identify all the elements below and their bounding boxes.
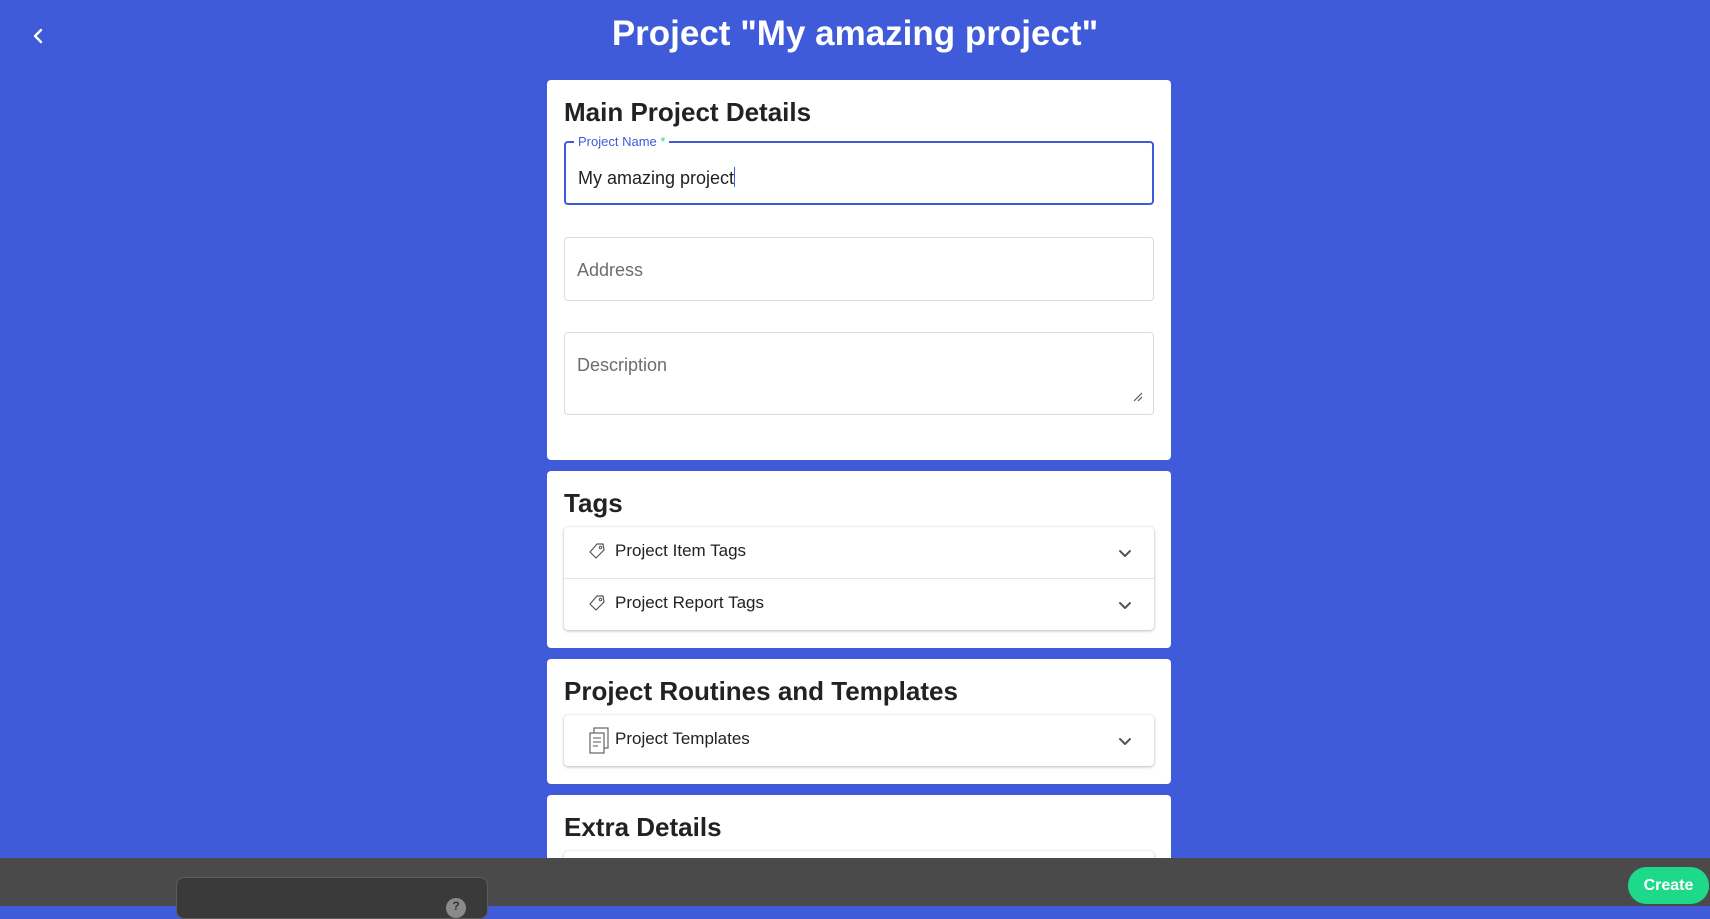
project-name-input[interactable]: My amazing project — [578, 167, 736, 189]
accordion-project-templates[interactable]: Project Templates — [564, 715, 1154, 766]
routines-heading: Project Routines and Templates — [564, 676, 958, 706]
accordion-project-report-tags[interactable]: Project Report Tags — [564, 579, 1154, 630]
tags-accordion: Project Item Tags Project Report Tags — [564, 527, 1154, 630]
accordion-label: Project Report Tags — [615, 593, 764, 612]
routines-card: Project Routines and Templates Project T… — [547, 659, 1171, 784]
text-caret — [734, 167, 736, 187]
tag-icon — [589, 595, 605, 611]
chevron-down-icon[interactable] — [1118, 737, 1132, 746]
description-placeholder: Description — [577, 355, 668, 375]
floating-panel[interactable] — [176, 877, 488, 919]
tags-heading: Tags — [564, 488, 623, 518]
help-badge-icon[interactable]: ? — [446, 898, 466, 918]
resize-handle-icon[interactable] — [1132, 391, 1143, 402]
accordion-project-item-tags[interactable]: Project Item Tags — [564, 527, 1154, 579]
extra-details-heading: Extra Details — [564, 812, 722, 842]
chevron-down-icon[interactable] — [1118, 601, 1132, 610]
tags-card: Tags Project Item Tags Project Report Ta… — [547, 471, 1171, 648]
project-name-label: Project Name * — [574, 134, 670, 149]
main-details-card: Main Project Details Project Name * My a… — [547, 80, 1171, 460]
project-name-field[interactable]: Project Name * My amazing project — [564, 134, 1154, 205]
templates-icon — [589, 727, 609, 754]
create-button[interactable]: Create — [1628, 867, 1709, 904]
accordion-label: Project Templates — [615, 729, 750, 748]
page-title: Project "My amazing project" — [611, 14, 1099, 53]
description-field[interactable]: Description — [564, 332, 1154, 415]
accordion-label: Project Item Tags — [615, 541, 747, 560]
address-field[interactable]: Address — [564, 237, 1154, 301]
top-bar: Project "My amazing project" — [0, 0, 1710, 74]
chevron-down-icon[interactable] — [1118, 549, 1132, 558]
routines-accordion: Project Templates — [564, 715, 1154, 766]
required-mark: * — [660, 134, 666, 149]
main-details-heading: Main Project Details — [564, 97, 812, 127]
address-placeholder: Address — [577, 260, 644, 280]
tag-icon — [589, 543, 605, 559]
